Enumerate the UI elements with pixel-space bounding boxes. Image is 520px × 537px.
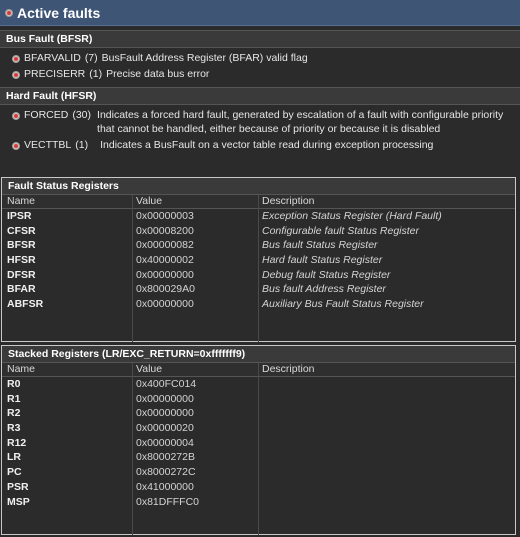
column-name-header[interactable]: Name <box>2 195 131 208</box>
register-description: Debug fault Status Register <box>262 268 391 281</box>
fault-item-bfarvalid: BFARVALID (7) BusFault Address Register … <box>0 51 520 65</box>
fault-code: (1) <box>89 68 103 80</box>
register-name: DFSR <box>7 268 36 281</box>
register-name: PC <box>7 466 22 479</box>
page-title: Active faults <box>17 4 101 21</box>
fault-description: Indicates a forced hard fault, generated… <box>97 109 504 135</box>
register-name: R2 <box>7 407 21 420</box>
hard-fault-header: Hard Fault (HFSR) <box>0 87 520 105</box>
stacked-registers-header: Stacked Registers (LR/EXC_RETURN=0xfffff… <box>2 346 515 363</box>
fault-status-table: Name Value Description IPSR 0x00000003 E… <box>2 195 515 342</box>
register-value: 0x00000004 <box>136 436 194 449</box>
column-value-header[interactable]: Value <box>131 363 257 376</box>
register-name: ABFSR <box>7 298 44 311</box>
fault-name: FORCED <box>24 109 69 121</box>
register-description <box>257 495 515 510</box>
fault-item-forced: FORCED (30) Indicates a forced hard faul… <box>0 108 520 136</box>
register-name: BFAR <box>7 283 36 296</box>
error-icon <box>12 112 20 120</box>
register-name: R3 <box>7 422 21 435</box>
register-name: IPSR <box>7 210 32 222</box>
register-description <box>257 377 515 392</box>
error-icon <box>12 142 20 150</box>
fault-name: VECTTBL <box>24 139 72 151</box>
fault-code: (7) <box>84 52 98 64</box>
register-value: 0x00000000 <box>136 268 194 281</box>
register-value: 0x00000000 <box>136 392 194 405</box>
register-description <box>257 436 515 451</box>
register-value: 0x00008200 <box>136 224 194 237</box>
register-value: 0x8000272C <box>136 466 196 479</box>
fault-item-vecttbl: VECTTBL (1) Indicates a BusFault on a ve… <box>0 138 520 152</box>
register-name: R0 <box>7 378 21 390</box>
stacked-registers-panel: Stacked Registers (LR/EXC_RETURN=0xfffff… <box>1 345 516 535</box>
register-description <box>257 421 515 436</box>
fault-description: Indicates a BusFault on a vector table r… <box>100 139 434 151</box>
register-name: R1 <box>7 392 21 405</box>
register-value: 0x00000000 <box>136 407 194 420</box>
fault-name: BFARVALID <box>24 52 81 64</box>
register-description <box>257 392 515 407</box>
column-name-header[interactable]: Name <box>2 363 131 376</box>
register-value: 0x400FC014 <box>136 378 197 390</box>
register-value: 0x00000000 <box>136 298 194 311</box>
fault-description: Precise data bus error <box>106 68 210 80</box>
register-description: Bus fault Status Register <box>262 239 378 252</box>
error-icon <box>12 55 20 63</box>
error-icon <box>12 71 20 79</box>
register-description <box>257 480 515 495</box>
register-value: 0x00000082 <box>136 239 194 252</box>
register-value: 0x00000003 <box>136 210 194 222</box>
fault-status-header: Fault Status Registers <box>2 178 515 195</box>
register-name: BFSR <box>7 239 36 252</box>
register-value: 0x800029A0 <box>136 283 195 296</box>
error-icon <box>5 8 13 17</box>
active-faults-title-bar: Active faults <box>0 0 520 26</box>
stacked-registers-table: Name Value Description R0 0x400FC014 R1 … <box>2 363 515 535</box>
register-name: HFSR <box>7 254 36 267</box>
register-value: 0x8000272B <box>136 451 195 464</box>
register-description: Auxiliary Bus Fault Status Register <box>262 298 424 311</box>
register-description <box>257 406 515 421</box>
fault-code: (30) <box>72 109 92 121</box>
column-value-header[interactable]: Value <box>131 195 257 208</box>
register-name: CFSR <box>7 224 36 237</box>
register-description <box>257 465 515 480</box>
fault-name: PRECISERR <box>24 68 86 80</box>
register-name: PSR <box>7 480 29 493</box>
register-value: 0x41000000 <box>136 480 194 493</box>
fault-status-panel: Fault Status Registers Name Value Descri… <box>1 177 516 342</box>
register-description: Configurable fault Status Register <box>262 224 420 237</box>
register-description: Exception Status Register (Hard Fault) <box>262 210 442 222</box>
register-description: Bus fault Address Register <box>262 283 386 296</box>
register-name: LR <box>7 451 21 464</box>
fault-item-preciserr: PRECISERR (1) Precise data bus error <box>0 67 520 81</box>
fault-code: (1) <box>75 139 89 151</box>
register-description <box>257 450 515 465</box>
column-description-header[interactable]: Description <box>257 363 515 376</box>
fault-description: BusFault Address Register (BFAR) valid f… <box>101 52 308 64</box>
bus-fault-header: Bus Fault (BFSR) <box>0 30 520 48</box>
register-value: 0x00000020 <box>136 422 194 435</box>
register-name: MSP <box>7 495 30 508</box>
register-value: 0x40000002 <box>136 254 194 267</box>
register-value: 0x81DFFFC0 <box>136 495 200 508</box>
register-description: Hard fault Status Register <box>262 254 383 267</box>
register-name: R12 <box>7 436 27 449</box>
column-description-header[interactable]: Description <box>257 195 515 208</box>
